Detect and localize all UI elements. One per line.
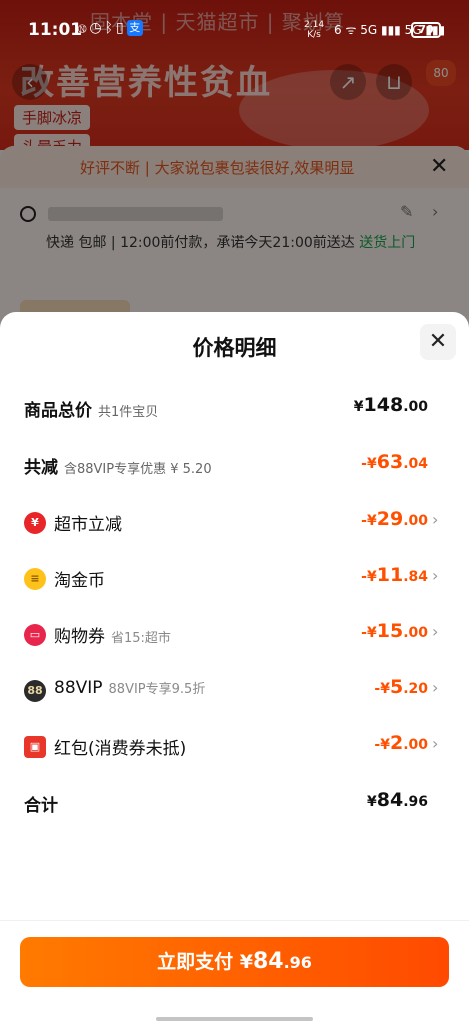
amount-int: 148 [363, 394, 404, 416]
bluetooth-icon: ᛒ [104, 20, 117, 36]
amount-dec: .00 [403, 513, 428, 529]
currency-symbol: ¥ [366, 625, 377, 641]
home-indicator[interactable] [156, 1017, 313, 1021]
status-notification-icons: Ⓝ◷ᛒ▯ 支 [78, 20, 143, 36]
amount-dec: .04 [403, 456, 428, 472]
row-label: 合计 [24, 796, 58, 816]
price-row-supermarket-discount[interactable]: ¥ 超市立减 -¥29.00 › [0, 502, 469, 542]
supermarket-discount-icon: ¥ [24, 512, 46, 534]
close-icon: ✕ [428, 329, 448, 354]
row-sub: 共1件宝贝 [98, 405, 159, 420]
status-bar: 11:01 Ⓝ◷ᛒ▯ 支 2.14 K/s 6 ᯤ 5G ▮▮▮ 5G ▮▮▮ 7… [0, 0, 469, 52]
red-envelope-icon: ▣ [24, 736, 46, 758]
chevron-right-icon: › [432, 734, 439, 753]
row-label: 超市立减 [54, 515, 122, 535]
amount-dec: .00 [403, 737, 428, 753]
price-row-88vip[interactable]: 88 88VIP 88VIP专享9.5折 -¥5.20 › [0, 670, 469, 710]
price-row-red-envelope[interactable]: ▣ 红包(消费券未抵) -¥2.00 › [0, 726, 469, 766]
chevron-right-icon: › [432, 678, 439, 697]
row-amount: -¥2.00 [374, 732, 428, 754]
nfc-icon: Ⓝ [78, 20, 90, 36]
price-row-gold-coins[interactable]: ≡ 淘金币 -¥11.84 › [0, 558, 469, 598]
row-label: 88VIP 88VIP专享9.5折 [54, 678, 205, 698]
amount-int: 15 [376, 620, 404, 642]
gold-coin-icon: ≡ [24, 568, 46, 590]
shopping-coupon-icon: ▭ [24, 624, 46, 646]
amount-int: 63 [376, 451, 404, 473]
network-speed-value: 2.14 [304, 20, 325, 30]
amount-int: 11 [376, 564, 404, 586]
row-amount: ¥148.00 [354, 394, 428, 416]
amount-int: 2 [389, 732, 404, 754]
sheet-title: 价格明细 [192, 336, 277, 360]
currency-symbol: ¥ [380, 681, 390, 697]
row-label: 红包(消费券未抵) [54, 739, 187, 759]
currency-symbol: ¥ [366, 456, 377, 472]
row-amount: -¥5.20 [374, 676, 428, 698]
row-amount: -¥63.04 [361, 451, 428, 473]
amount-dec: .20 [403, 681, 428, 697]
price-row-total-discount: 共减 含88VIP专享优惠 ¥ 5.20 -¥63.04 [0, 445, 469, 485]
network-speed-unit: K/s [307, 30, 321, 40]
row-sub: 含88VIP专享优惠 ¥ 5.20 [64, 462, 212, 477]
row-label: 购物券 省15:超市 [54, 622, 171, 647]
amount-dec: .84 [403, 569, 428, 585]
row-amount: -¥15.00 [361, 620, 428, 642]
amount-int: 5 [389, 676, 404, 698]
row-label: 商品总价 共1件宝贝 [24, 396, 158, 421]
price-detail-sheet: 价格明细 ✕ 商品总价 共1件宝贝 ¥148.00 共减 含88VIP专享优惠 ¥ … [0, 312, 469, 1024]
currency-symbol: ¥ [353, 399, 364, 415]
currency-symbol: ¥ [380, 737, 390, 753]
chevron-right-icon: › [432, 622, 439, 641]
row-amount: ¥84.96 [367, 789, 428, 811]
row-sub: 88VIP专享9.5折 [108, 682, 206, 697]
row-label-text: 购物券 [54, 627, 105, 647]
row-label-text: 88VIP [54, 678, 103, 698]
alipay-icon: 支 [126, 20, 143, 36]
amount-dec: .00 [403, 399, 428, 415]
row-label-text: 商品总价 [24, 401, 92, 421]
currency-symbol: ¥ [366, 794, 377, 810]
close-button[interactable]: ✕ [420, 324, 456, 360]
amount-int: 84 [376, 789, 404, 811]
row-amount: -¥11.84 [361, 564, 428, 586]
pay-now-button[interactable]: 立即支付 ¥84.96 [20, 937, 449, 987]
pay-amount-int: 84 [252, 949, 284, 974]
pay-amount-dec: .96 [283, 953, 312, 972]
alarm-icon: ◷ [89, 20, 105, 36]
currency-symbol: ¥ [239, 951, 253, 973]
chevron-right-icon: › [432, 510, 439, 529]
vibrate-icon: ▯ [116, 20, 127, 36]
price-row-subtotal: 商品总价 共1件宝贝 ¥148.00 [0, 388, 469, 428]
price-row-total: 合计 ¥84.96 [0, 783, 469, 823]
amount-dec: .96 [403, 794, 428, 810]
network-speed: 2.14 K/s [304, 20, 324, 40]
battery-icon: 70 [411, 22, 441, 38]
currency-symbol: ¥ [366, 569, 377, 585]
row-amount: -¥29.00 [361, 508, 428, 530]
vip88-icon: 88 [24, 680, 46, 702]
row-sub: 省15:超市 [111, 631, 171, 646]
row-label-text: 共减 [24, 458, 58, 478]
amount-dec: .00 [403, 625, 428, 641]
row-label: 淘金币 [54, 571, 105, 591]
pay-footer: 立即支付 ¥84.96 [0, 920, 469, 1024]
status-time: 11:01 [28, 20, 83, 40]
chevron-right-icon: › [432, 566, 439, 585]
pay-button-label: 立即支付 [157, 951, 234, 973]
amount-int: 29 [376, 508, 404, 530]
price-row-shopping-coupon[interactable]: ▭ 购物券 省15:超市 -¥15.00 › [0, 614, 469, 654]
currency-symbol: ¥ [366, 513, 377, 529]
row-label: 共减 含88VIP专享优惠 ¥ 5.20 [24, 453, 212, 478]
